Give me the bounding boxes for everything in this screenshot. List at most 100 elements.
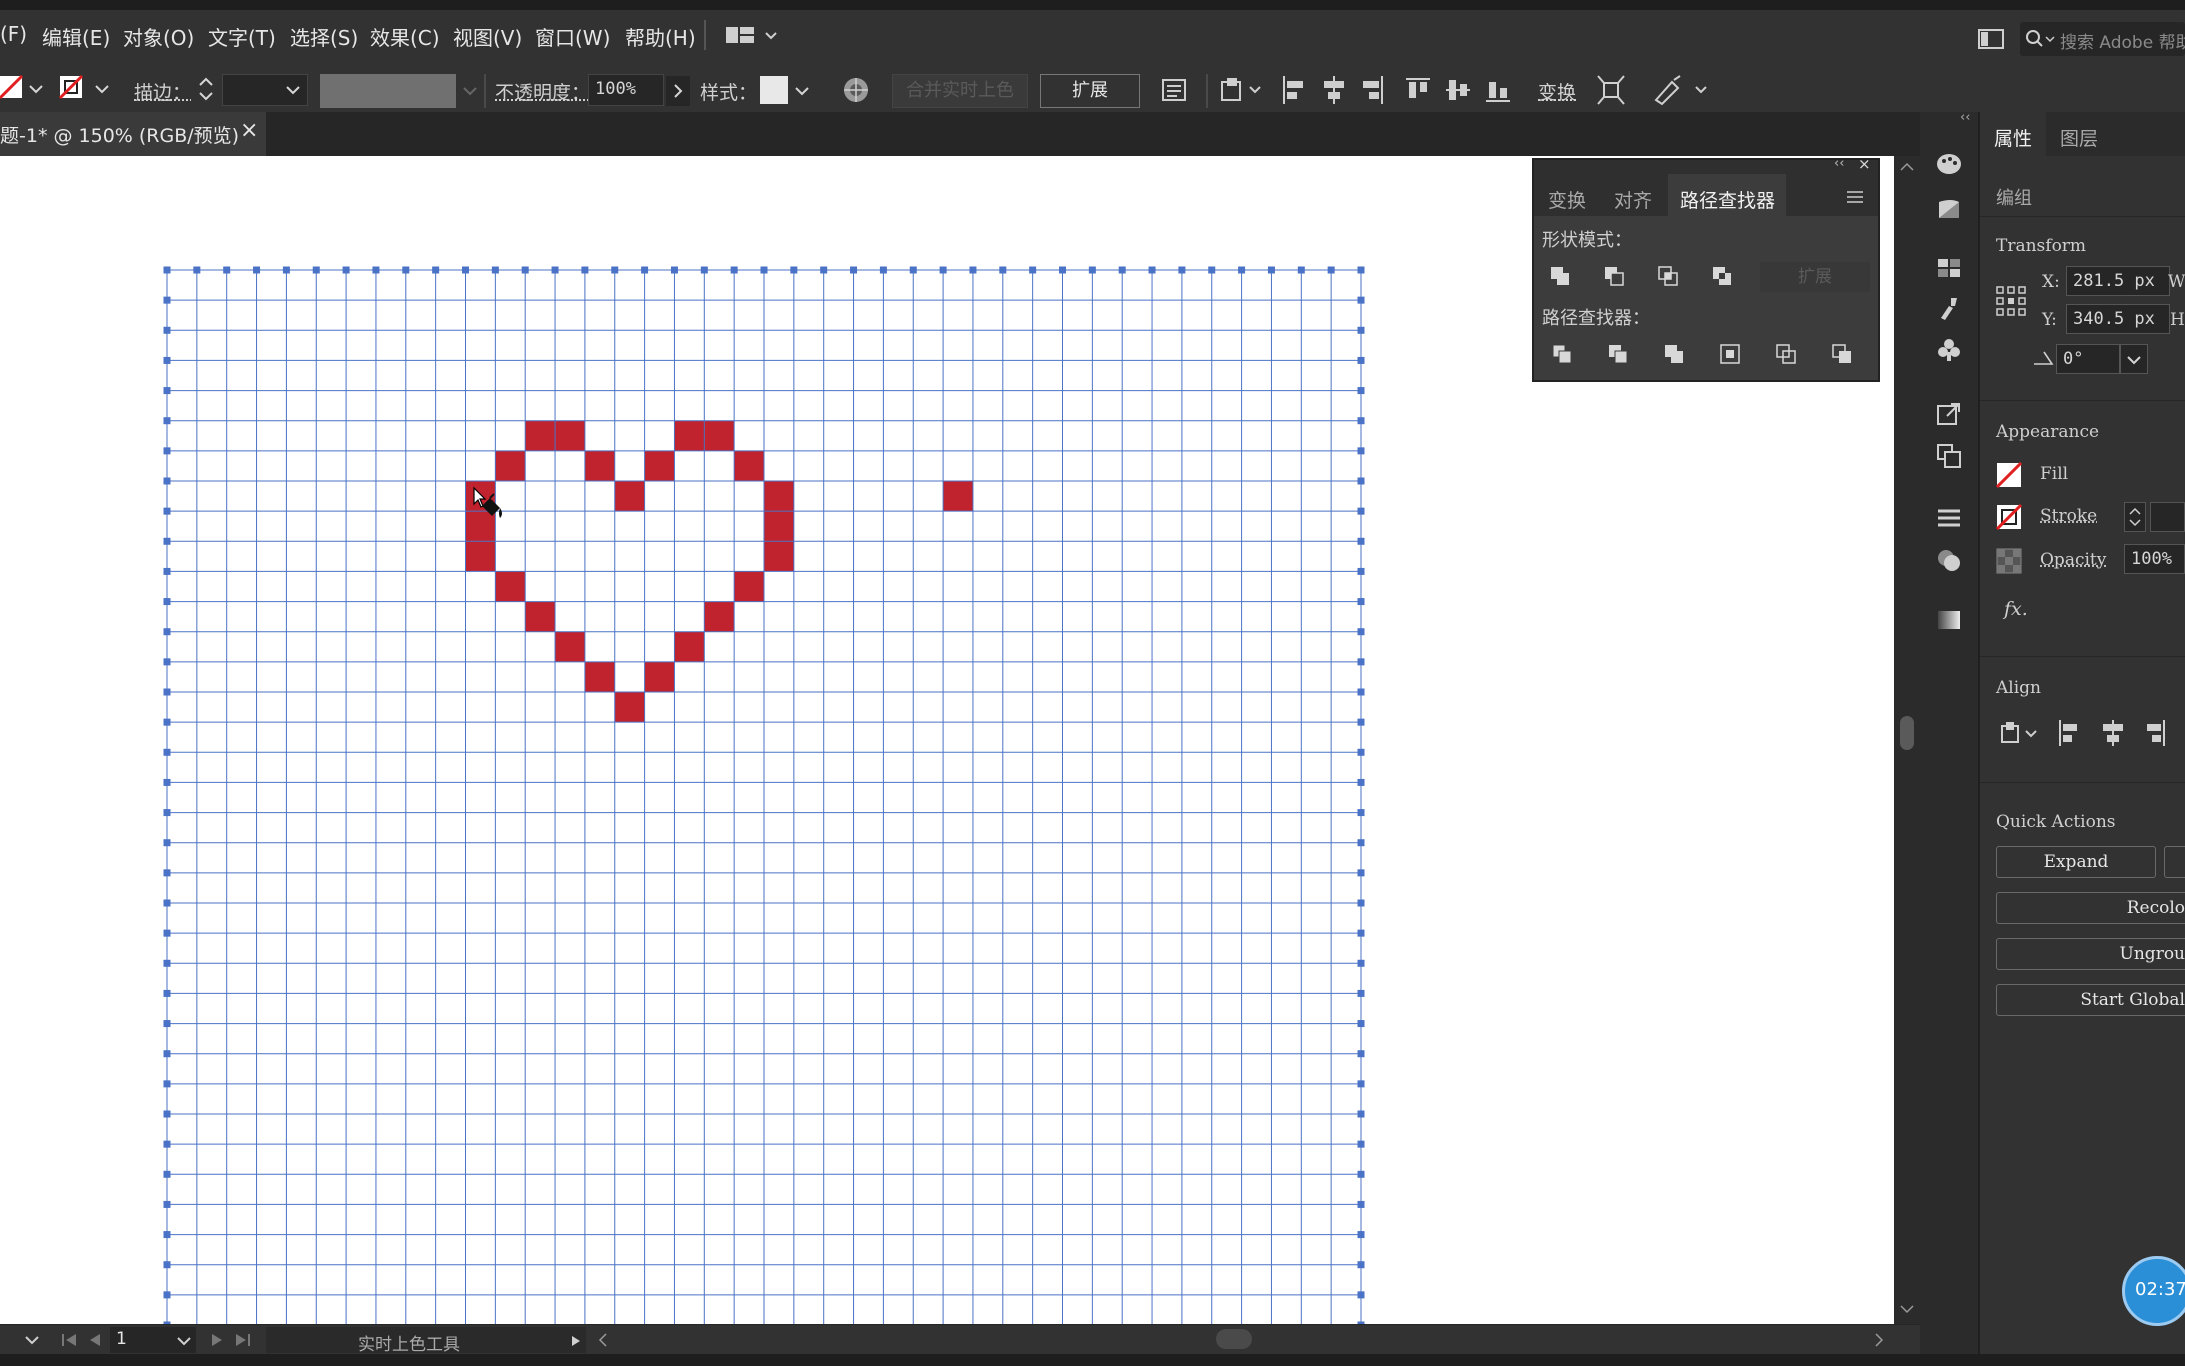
rotation-field[interactable]: 0° <box>2056 344 2120 374</box>
selection-anchor[interactable] <box>163 387 171 395</box>
variable-width-profile[interactable] <box>320 74 456 108</box>
opacity-popup-arrow-icon[interactable] <box>666 76 690 106</box>
workspace-switcher-icon[interactable] <box>724 24 780 48</box>
menu-select[interactable]: 选择(S) <box>290 22 358 51</box>
selection-anchor[interactable] <box>163 778 171 786</box>
ungroup-button[interactable]: Ungrou <box>1996 938 2185 970</box>
selection-anchor[interactable] <box>1357 929 1365 937</box>
selection-anchor[interactable] <box>700 266 708 274</box>
selection-anchor[interactable] <box>163 447 171 455</box>
recolor-button[interactable]: Recolo <box>1996 892 2185 924</box>
menu-view[interactable]: 视图(V) <box>453 22 522 51</box>
recolor-artwork-icon[interactable] <box>842 76 870 104</box>
intersect-icon[interactable] <box>1658 266 1678 286</box>
selection-anchor[interactable] <box>163 1140 171 1148</box>
selection-anchor[interactable] <box>163 296 171 304</box>
selection-anchor[interactable] <box>1357 839 1365 847</box>
selection-anchor[interactable] <box>850 266 858 274</box>
selection-anchor[interactable] <box>1357 1110 1365 1118</box>
selection-anchor[interactable] <box>1238 266 1246 274</box>
scroll-left-icon[interactable] <box>596 1331 610 1349</box>
stroke-panel-icon[interactable] <box>1935 504 1963 532</box>
fill-swatch-none-icon[interactable] <box>0 72 52 104</box>
align-left-icon[interactable] <box>2056 718 2082 748</box>
selection-anchor[interactable] <box>641 266 649 274</box>
selection-anchor[interactable] <box>163 989 171 997</box>
stroke-weight-spinner[interactable] <box>2124 502 2146 532</box>
document-tab[interactable]: 题-1* @ 150% (RGB/预览) × <box>0 112 266 156</box>
selection-anchor[interactable] <box>1357 989 1365 997</box>
menu-file[interactable]: (F) <box>0 22 27 46</box>
scroll-right-icon[interactable] <box>1872 1331 1886 1349</box>
selection-anchor[interactable] <box>163 658 171 666</box>
selection-anchor[interactable] <box>820 266 828 274</box>
selection-anchor[interactable] <box>939 266 947 274</box>
status-display[interactable]: 实时上色工具 <box>266 1327 586 1355</box>
selection-anchor[interactable] <box>1357 387 1365 395</box>
filled-grid-cell[interactable] <box>644 450 675 481</box>
align-vertical-center-icon[interactable] <box>1444 74 1472 106</box>
tab-align[interactable]: 对齐 <box>1614 186 1652 213</box>
scroll-up-icon[interactable] <box>1899 160 1915 174</box>
stroke-label[interactable]: 描边： <box>134 78 191 105</box>
align-left-icon[interactable] <box>1280 74 1308 106</box>
selection-anchor[interactable] <box>163 688 171 696</box>
selection-anchor[interactable] <box>1357 959 1365 967</box>
selection-anchor[interactable] <box>1357 1291 1365 1299</box>
selection-anchor[interactable] <box>1357 869 1365 877</box>
menu-object[interactable]: 对象(O) <box>123 22 194 51</box>
stroke-weight-field[interactable] <box>2150 502 2185 532</box>
selection-anchor[interactable] <box>1357 296 1365 304</box>
filled-grid-cell[interactable] <box>764 541 794 572</box>
selection-anchor[interactable] <box>1029 266 1037 274</box>
filled-grid-cell[interactable] <box>525 420 556 451</box>
selection-anchor[interactable] <box>1357 718 1365 726</box>
selection-anchor[interactable] <box>282 266 290 274</box>
filled-grid-cell[interactable] <box>764 481 794 512</box>
selection-anchor[interactable] <box>193 266 201 274</box>
tab-layers[interactable]: 图层 <box>2060 124 2098 151</box>
selection-anchor[interactable] <box>163 929 171 937</box>
trim-icon[interactable] <box>1608 344 1628 364</box>
profile-dropdown-icon[interactable] <box>462 84 478 98</box>
menu-type[interactable]: 文字(T) <box>208 22 276 51</box>
selection-anchor[interactable] <box>1357 1080 1365 1088</box>
start-global-edit-button[interactable]: Start Global <box>1996 984 2185 1016</box>
tab-properties[interactable]: 属性 <box>1980 112 2046 156</box>
selection-anchor[interactable] <box>1178 266 1186 274</box>
selection-anchor[interactable] <box>909 266 917 274</box>
opacity-label[interactable]: Opacity <box>2040 550 2106 570</box>
filled-grid-cell[interactable] <box>764 511 794 542</box>
filled-grid-cell[interactable] <box>734 450 764 481</box>
selection-anchor[interactable] <box>1357 1200 1365 1208</box>
selection-anchor[interactable] <box>1297 266 1305 274</box>
tab-pathfinder[interactable]: 路径查找器 <box>1668 174 1786 216</box>
divide-icon[interactable] <box>1552 344 1572 364</box>
align-bottom-icon[interactable] <box>1484 74 1512 106</box>
selection-anchor[interactable] <box>1357 748 1365 756</box>
selection-anchor[interactable] <box>163 477 171 485</box>
selection-anchor[interactable] <box>521 266 529 274</box>
selection-anchor[interactable] <box>1357 1050 1365 1058</box>
selection-anchor[interactable] <box>1357 1261 1365 1269</box>
filled-grid-cell[interactable] <box>465 541 496 572</box>
close-tab-icon[interactable]: × <box>240 118 258 143</box>
selection-anchor[interactable] <box>1357 628 1365 636</box>
selection-anchor[interactable] <box>1357 1231 1365 1239</box>
selection-anchor[interactable] <box>402 266 410 274</box>
align-to-selection-icon[interactable] <box>1218 74 1266 106</box>
filled-grid-cell[interactable] <box>614 692 645 723</box>
selection-anchor[interactable] <box>1357 507 1365 515</box>
selection-anchor[interactable] <box>1327 266 1335 274</box>
brushes-icon[interactable] <box>1935 294 1963 322</box>
menu-window[interactable]: 窗口(W) <box>535 22 610 51</box>
selection-anchor[interactable] <box>462 266 469 274</box>
scroll-down-icon[interactable] <box>1899 1302 1915 1316</box>
selection-anchor[interactable] <box>999 266 1007 274</box>
selection-anchor[interactable] <box>1357 1170 1365 1178</box>
selection-anchor[interactable] <box>342 266 350 274</box>
merge-icon[interactable] <box>1664 344 1684 364</box>
stroke-none-swatch-icon[interactable] <box>1996 504 2022 530</box>
filled-grid-cell[interactable] <box>674 631 705 662</box>
align-right-icon[interactable] <box>2142 718 2168 748</box>
